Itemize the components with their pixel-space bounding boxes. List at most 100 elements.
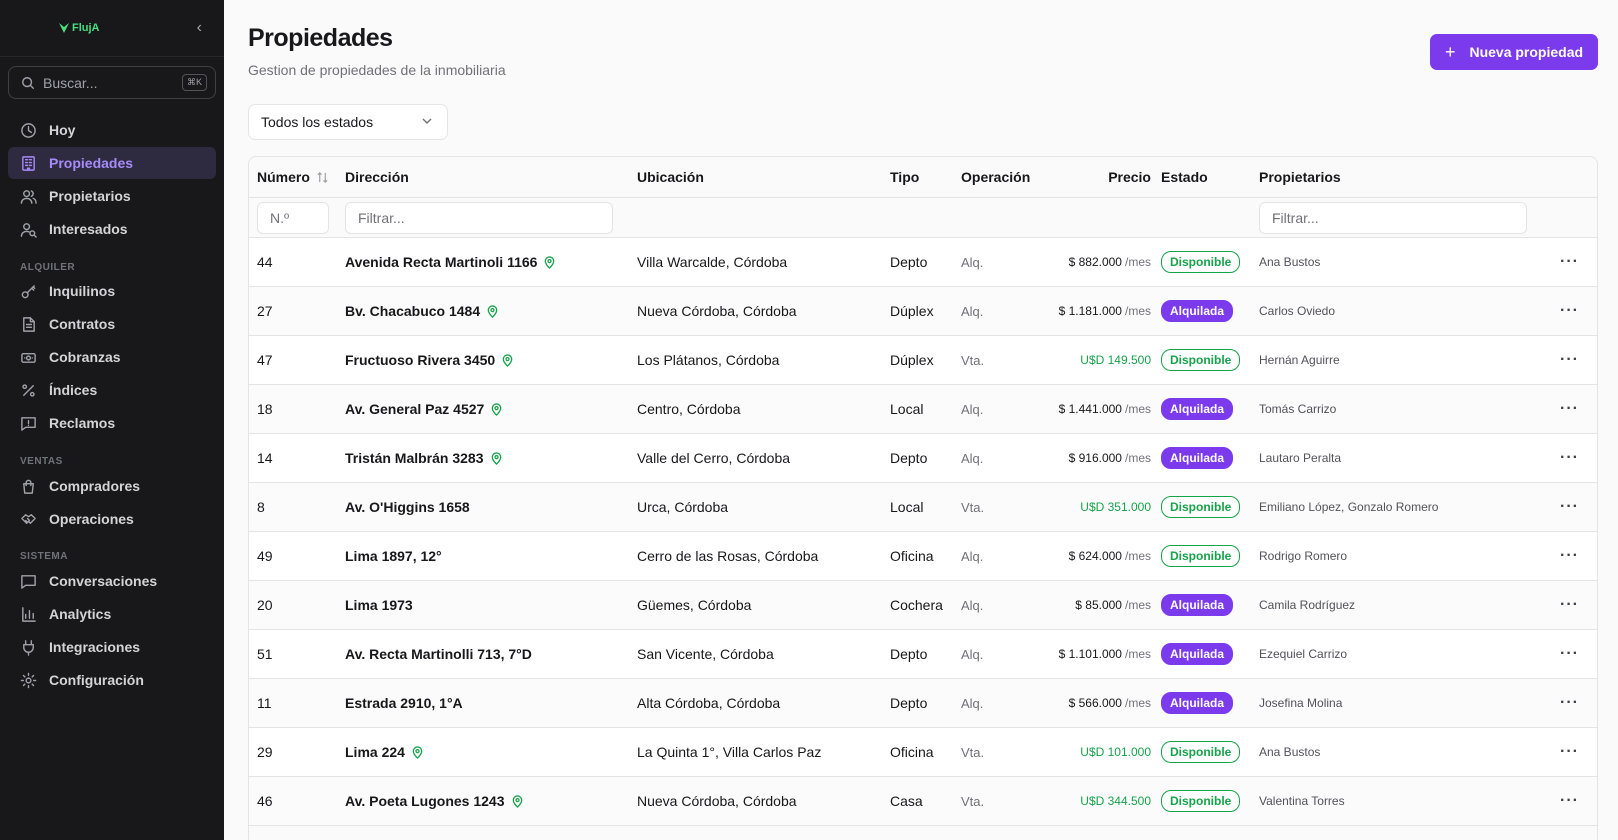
direccion-text: Av. O'Higgins 1658: [345, 499, 470, 515]
collapse-sidebar-icon[interactable]: ‹: [197, 19, 202, 37]
sidebar-item-hoy[interactable]: Hoy: [8, 114, 216, 146]
shopping-bag-icon: [23, 479, 34, 494]
new-property-button[interactable]: + Nueva propiedad: [1430, 34, 1598, 70]
cell-direccion: Tristán Malbrán 3283: [345, 434, 503, 482]
new-property-label: Nueva propiedad: [1469, 44, 1584, 60]
cell-direccion: Lima 1973: [345, 581, 413, 629]
status-badge: Disponible: [1161, 741, 1241, 763]
sidebar-item-indices[interactable]: Índices: [8, 374, 216, 406]
sidebar-item-propiedades[interactable]: Propiedades: [8, 147, 216, 179]
column-header-tipo: Tipo: [890, 169, 920, 185]
table-row[interactable]: 14 Tristán Malbrán 3283 Valle del Cerro,…: [249, 434, 1597, 483]
more-actions-icon[interactable]: ···: [1560, 385, 1579, 433]
sidebar-item-inquilinos[interactable]: Inquilinos: [8, 275, 216, 307]
cell-propietarios: Rodrigo Romero: [1259, 549, 1348, 563]
more-actions-icon[interactable]: ···: [1560, 532, 1579, 580]
cell-precio: $ 624.000/mes: [1069, 532, 1151, 580]
search-placeholder[interactable]: Buscar...: [43, 75, 97, 91]
plus-icon: +: [1444, 41, 1456, 62]
sidebar-item-contratos[interactable]: Contratos: [8, 308, 216, 340]
table-row[interactable]: 44 Avenida Recta Martinoli 1166 Villa Wa…: [249, 238, 1597, 287]
more-actions-icon[interactable]: ···: [1560, 434, 1579, 482]
cell-numero: 18: [257, 401, 273, 417]
map-pin-icon[interactable]: [490, 402, 503, 416]
cell-estado: Disponible: [1161, 728, 1241, 776]
sidebar-item-propietarios[interactable]: Propietarios: [8, 180, 216, 212]
precio-value: $ 1.101.000: [1058, 647, 1122, 661]
table-row[interactable]: 20 Lima 1973 Güemes, Córdoba Cochera Alq…: [249, 581, 1597, 630]
table-row[interactable]: 8 Av. O'Higgins 1658 Urca, Córdoba Local…: [249, 483, 1597, 532]
cell-ubicacion: Alta Córdoba, Córdoba: [637, 695, 781, 711]
sidebar-item-configuracion[interactable]: Configuración: [8, 664, 216, 696]
chevron-down-icon: [421, 115, 433, 130]
more-actions-icon[interactable]: ···: [1560, 287, 1579, 335]
table-row[interactable]: 47 Fructuoso Rivera 3450 Los Plátanos, C…: [249, 336, 1597, 385]
cell-operacion: Alq.: [961, 548, 984, 564]
table-row[interactable]: 18 Av. General Paz 4527 Centro, Córdoba …: [249, 385, 1597, 434]
sidebar-item-operaciones[interactable]: Operaciones: [8, 503, 216, 535]
sidebar-item-label: Índices: [49, 382, 98, 398]
table-row[interactable]: 46 Av. Poeta Lugones 1243 Nueva Córdoba,…: [249, 777, 1597, 826]
sidebar-item-analytics[interactable]: Analytics: [8, 598, 216, 630]
cell-estado: Alquilada: [1161, 581, 1234, 629]
column-header-numero[interactable]: Número: [257, 169, 329, 185]
cell-propietarios: Ezequiel Carrizo: [1259, 647, 1348, 661]
cell-tipo: Oficina: [890, 548, 934, 564]
direccion-text: Av. Recta Martinolli 713, 7°D: [345, 646, 532, 662]
table-row[interactable]: 27 Bv. Chacabuco 1484 Nueva Córdoba, Cór…: [249, 287, 1597, 336]
cell-ubicacion: Los Plátanos, Córdoba: [637, 352, 780, 368]
cell-precio: $ 566.000/mes: [1069, 679, 1151, 727]
cell-ubicacion: San Vicente, Córdoba: [637, 646, 774, 662]
table-row[interactable]: 11 Estrada 2910, 1°A Alta Córdoba, Córdo…: [249, 679, 1597, 728]
cell-ubicacion: Villa Warcalde, Córdoba: [637, 254, 788, 270]
table-row[interactable]: 29 Lima 224 La Quinta 1°, Villa Carlos P…: [249, 728, 1597, 777]
cell-operacion: Alq.: [961, 597, 984, 613]
more-actions-icon[interactable]: ···: [1560, 679, 1579, 727]
table-row[interactable]: 51 Av. Recta Martinolli 713, 7°D San Vic…: [249, 630, 1597, 679]
sort-icon[interactable]: [316, 171, 329, 184]
cell-propietarios: Tomás Carrizo: [1259, 402, 1337, 416]
sidebar-item-compradores[interactable]: Compradores: [8, 470, 216, 502]
precio-value: $ 1.441.000: [1058, 402, 1122, 416]
more-actions-icon[interactable]: ···: [1560, 581, 1579, 629]
file-text-icon: [23, 316, 35, 332]
sidebar-item-integraciones[interactable]: Integraciones: [8, 631, 216, 663]
search-box[interactable]: Buscar... ⌘K: [8, 66, 216, 99]
cell-tipo: Depto: [890, 695, 928, 711]
map-pin-icon[interactable]: [501, 353, 514, 367]
message-square-icon: [21, 574, 36, 589]
more-actions-icon[interactable]: ···: [1560, 728, 1579, 776]
map-pin-icon[interactable]: [543, 255, 556, 269]
precio-period: /mes: [1124, 696, 1151, 710]
cell-propietarios: Josefina Molina: [1259, 696, 1343, 710]
properties-table: Número Dirección Ubicación Tipo Operació…: [248, 156, 1598, 840]
sidebar-item-conversaciones[interactable]: Conversaciones: [8, 565, 216, 597]
cell-operacion: Vta.: [961, 352, 985, 368]
more-actions-icon[interactable]: ···: [1560, 336, 1579, 384]
map-pin-icon[interactable]: [511, 794, 524, 808]
page-subtitle: Gestion de propiedades de la inmobiliari…: [248, 62, 506, 78]
sidebar-item-interesados[interactable]: Interesados: [8, 213, 216, 245]
numero-filter-input[interactable]: [257, 202, 329, 234]
map-pin-icon[interactable]: [411, 745, 424, 759]
sidebar-item-label: Compradores: [49, 478, 141, 494]
more-actions-icon[interactable]: ···: [1560, 630, 1579, 678]
gear-icon: [20, 672, 37, 688]
map-pin-icon[interactable]: [486, 304, 499, 318]
more-actions-icon[interactable]: ···: [1560, 483, 1579, 531]
more-actions-icon[interactable]: ···: [1560, 238, 1579, 286]
cell-precio: $ 85.000/mes: [1075, 581, 1151, 629]
sidebar-item-cobranzas[interactable]: Cobranzas: [8, 341, 216, 373]
sidebar-item-reclamos[interactable]: Reclamos: [8, 407, 216, 439]
propietarios-filter-input[interactable]: [1259, 202, 1527, 234]
table-row[interactable]: 49 Lima 1897, 12° Cerro de las Rosas, Có…: [249, 532, 1597, 581]
direccion-filter-input[interactable]: [345, 202, 613, 234]
more-actions-icon[interactable]: ···: [1560, 777, 1579, 825]
sidebar-header: FlujA ‹: [0, 0, 224, 57]
logo[interactable]: FlujA: [58, 22, 100, 34]
sidebar-item-label: Reclamos: [49, 415, 116, 431]
map-pin-icon[interactable]: [490, 451, 503, 465]
state-filter-select[interactable]: Todos los estados: [248, 104, 448, 140]
cell-numero: 8: [257, 499, 265, 515]
cell-estado: Disponible: [1161, 532, 1241, 580]
